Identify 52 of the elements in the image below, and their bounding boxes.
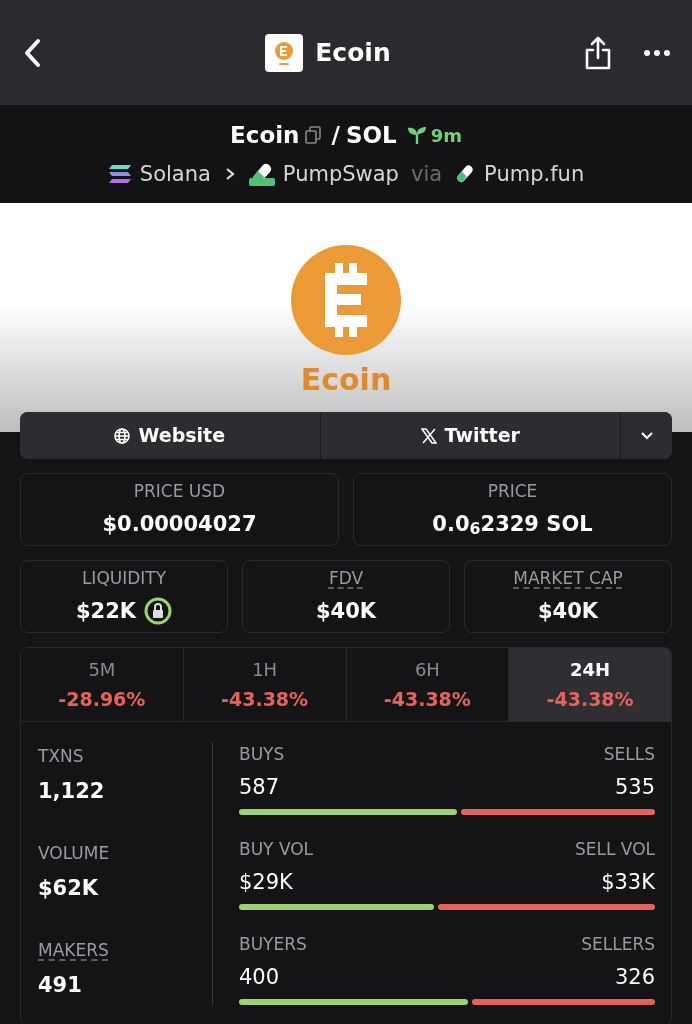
page-title: Ecoin	[315, 36, 391, 69]
pair-age: 9m	[430, 123, 462, 148]
quote-token: SOL	[345, 121, 397, 150]
sell-label: SELLERS	[581, 933, 655, 956]
chain-icon	[107, 164, 132, 185]
chain-link[interactable]: Solana	[139, 158, 211, 190]
stat-label: MARKET CAP	[513, 567, 623, 590]
globe-icon	[114, 427, 131, 444]
launchpad-link[interactable]: Pump.fun	[484, 158, 585, 190]
sell-value: 535	[614, 773, 655, 801]
base-token: Ecoin	[230, 121, 300, 150]
sell-value: 326	[614, 963, 655, 991]
pill-icon	[248, 161, 275, 188]
period-tab[interactable]: 24H -43.38%	[508, 648, 671, 721]
chevron-down-icon	[639, 431, 654, 440]
buy-label: BUY VOL	[239, 838, 314, 861]
dex-link[interactable]: PumpSwap	[282, 158, 399, 190]
more-icon[interactable]	[644, 49, 670, 56]
buy-value: 400	[239, 963, 280, 991]
pair-separator: /	[331, 121, 340, 150]
stat-value: $40K	[315, 597, 377, 625]
token-logo-icon	[265, 33, 304, 72]
stat-value: 1,122	[38, 777, 106, 805]
buy-value: $29K	[239, 868, 293, 896]
stat-label: MAKERS	[38, 939, 109, 962]
banner-title: Ecoin	[300, 361, 392, 399]
buy-value: 587	[239, 773, 280, 801]
stat-value: $40K	[537, 597, 599, 625]
copy-icon[interactable]	[305, 126, 322, 145]
stat-value: $62K	[38, 874, 100, 902]
sprout-icon	[406, 126, 427, 145]
sell-value: $33K	[601, 868, 655, 896]
sell-label: SELLS	[603, 743, 655, 766]
stat-label: TXNS	[38, 745, 84, 768]
stat-value: $22K	[75, 597, 137, 625]
share-icon[interactable]	[584, 35, 612, 70]
sell-label: SELL VOL	[574, 838, 655, 861]
stat-label: LIQUIDITY	[81, 567, 167, 590]
chevron-icon	[224, 167, 235, 182]
stat-label: FDV	[328, 567, 364, 590]
buy-label: BUYS	[239, 743, 285, 766]
stat-label: PRICE USD	[133, 480, 226, 503]
stat-label: VOLUME	[38, 842, 110, 865]
stat-label: PRICE	[487, 480, 538, 503]
coin-logo-icon	[291, 245, 401, 355]
buy-label: BUYERS	[239, 933, 307, 956]
stat-value: 491	[38, 971, 83, 999]
stat-value: $0.00004027	[102, 510, 257, 538]
via-label: via	[410, 160, 443, 188]
stat-value: 0.0$_{6}$2329 SOL	[432, 510, 593, 540]
x-logo-icon	[420, 427, 437, 444]
back-icon[interactable]	[22, 37, 42, 68]
